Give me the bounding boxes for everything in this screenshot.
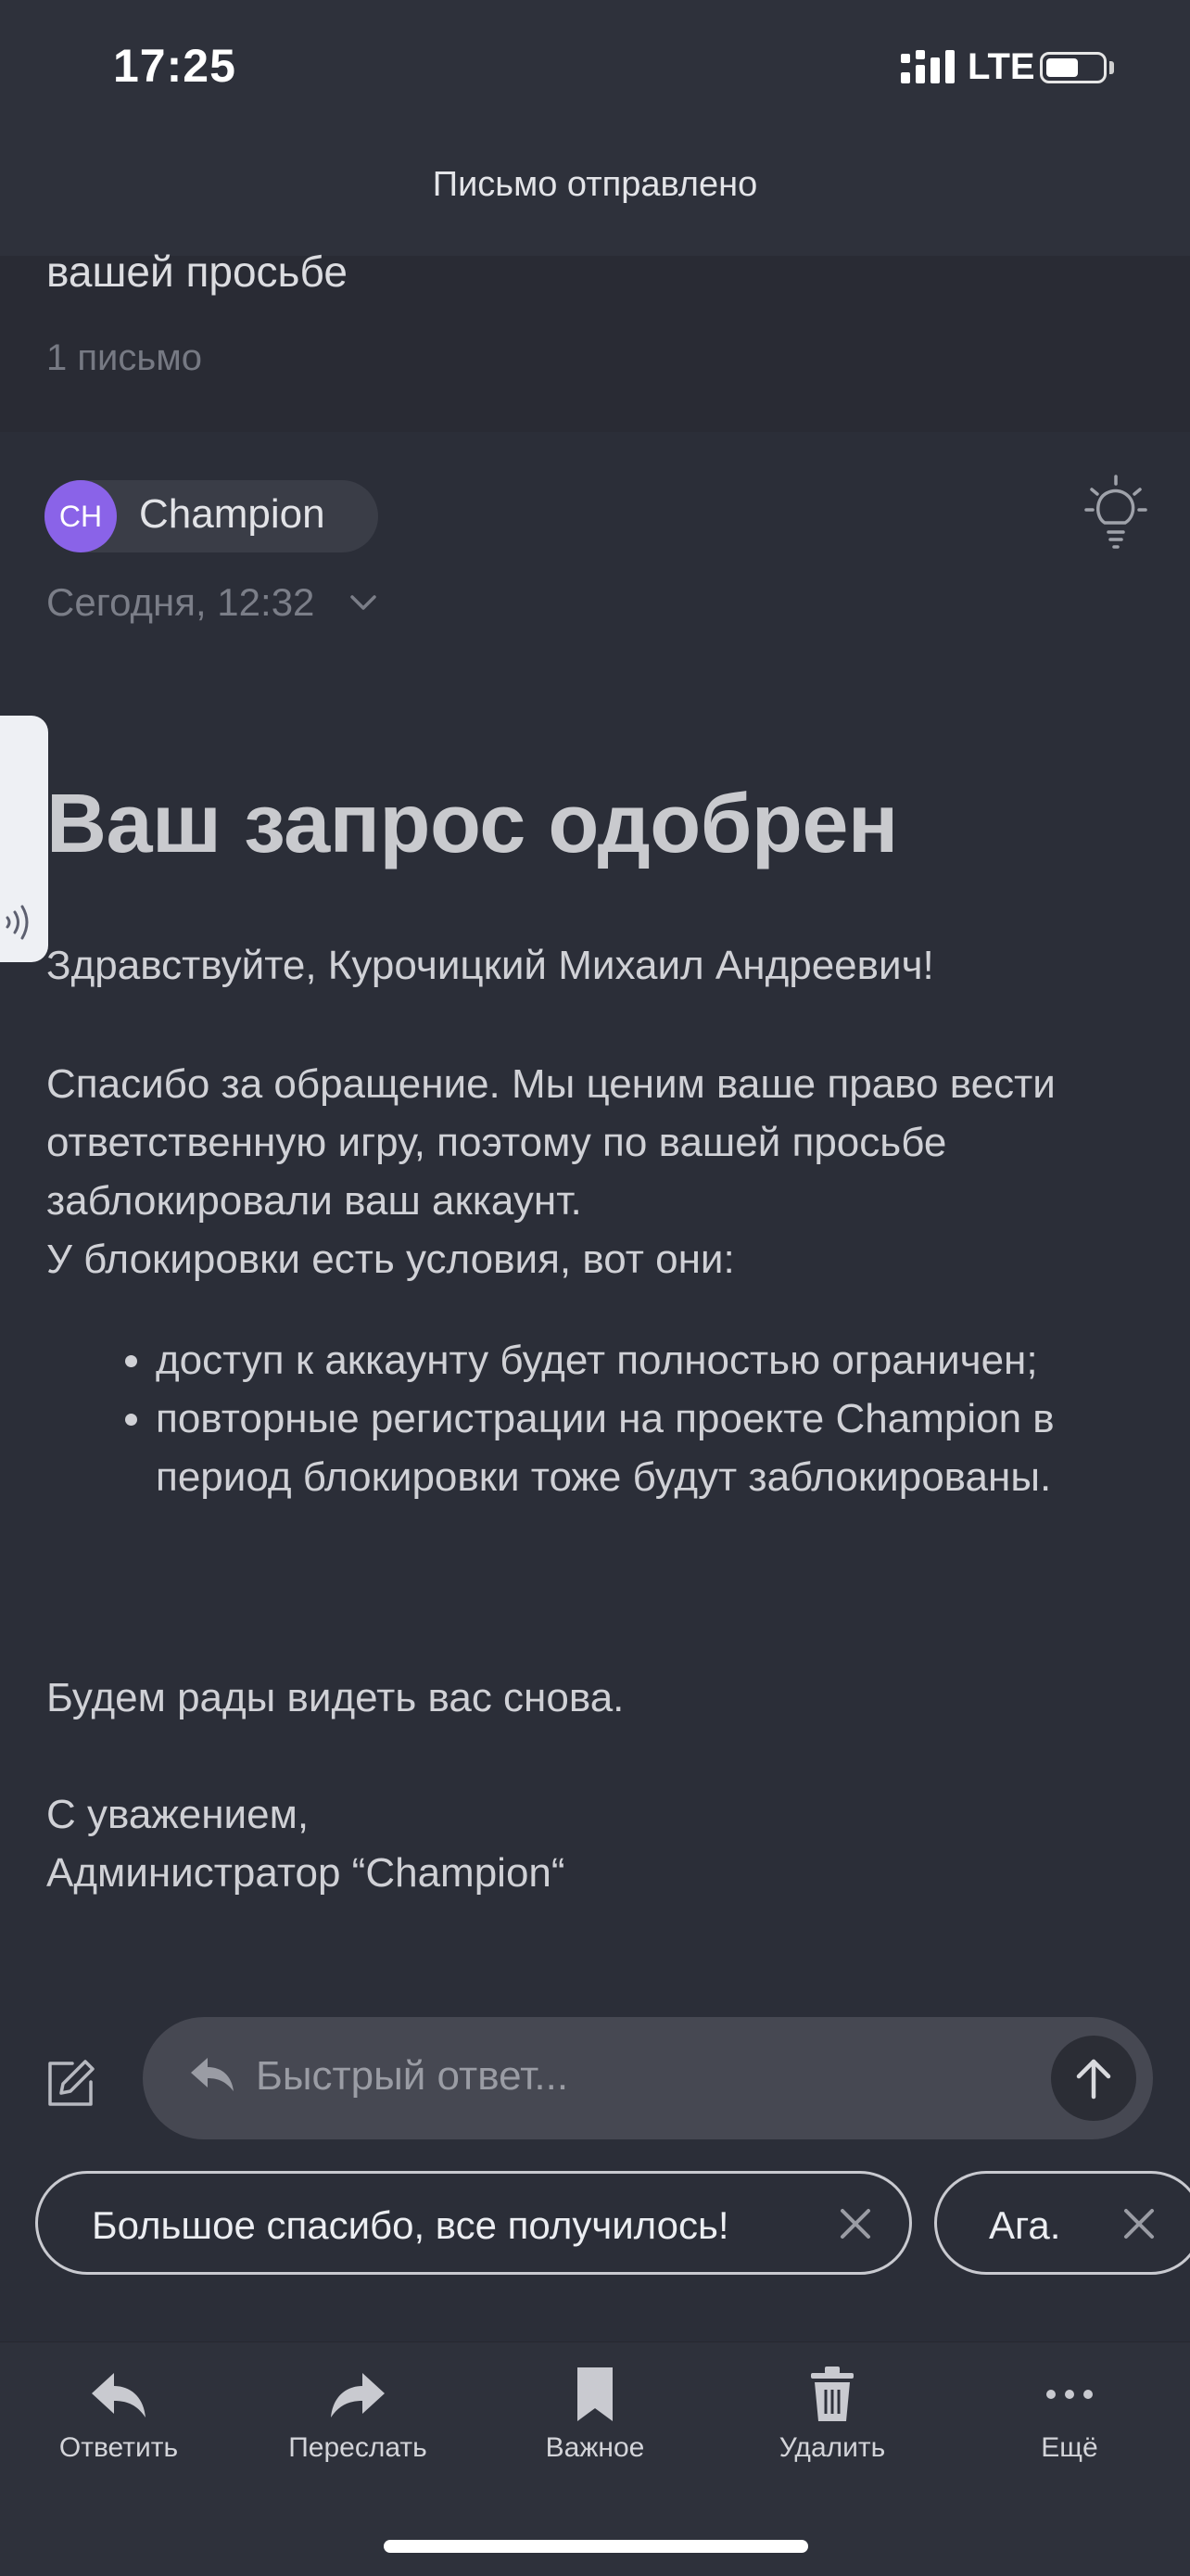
reply-arrow-icon (191, 2058, 234, 2091)
reply-icon (92, 2373, 146, 2417)
regards: С уважением, (46, 1792, 310, 1837)
quick-reply-input[interactable] (256, 2049, 1016, 2104)
sender-name: Champion (139, 491, 325, 537)
trash-icon (811, 2367, 854, 2421)
close-icon[interactable] (839, 2207, 872, 2240)
suggestion-text: Ага. (989, 2203, 1061, 2247)
arrow-up-icon (1076, 2059, 1111, 2100)
reply-button[interactable]: Ответить (26, 2362, 211, 2464)
conditions-list: доступ к аккаунту будет полностью ограни… (46, 1331, 1149, 1506)
important-button[interactable]: Важное (502, 2362, 688, 2464)
network-type: LTE (968, 46, 1035, 87)
important-label: Важное (545, 2432, 645, 2463)
message-paragraph: Спасибо за обращение. Мы ценим ваше прав… (46, 1055, 1149, 1288)
status-time: 17:25 (113, 40, 236, 92)
delete-label: Удалить (779, 2432, 886, 2463)
delete-button[interactable]: Удалить (740, 2362, 925, 2464)
thread-subject: вашей просьбе (46, 247, 348, 296)
list-item: доступ к аккаунту будет полностью ограни… (156, 1331, 1149, 1390)
reply-label: Ответить (58, 2432, 179, 2463)
compose-icon[interactable] (44, 2056, 98, 2110)
more-button[interactable]: Ещё (977, 2362, 1162, 2464)
battery-tip (1109, 61, 1114, 74)
conditions-intro: У блокировки есть условия, вот они: (46, 1237, 735, 1282)
forward-button[interactable]: Переслать (265, 2362, 450, 2464)
list-item: повторные регистрации на проекте Champio… (156, 1390, 1149, 1506)
sound-wave-icon (6, 905, 29, 940)
more-icon (1046, 2390, 1093, 2399)
send-button[interactable] (1051, 2036, 1136, 2121)
paragraph-text: Спасибо за обращение. Мы ценим ваше прав… (46, 1061, 1056, 1224)
suggestion-chip[interactable]: Ага. (934, 2171, 1190, 2275)
battery-icon (1040, 52, 1107, 83)
signature-block: С уважением, Администратор “Champion“ (46, 1785, 1149, 1902)
more-label: Ещё (1041, 2432, 1098, 2463)
suggestion-chip[interactable]: Большое спасибо, все получилось! (35, 2171, 912, 2275)
lightbulb-icon[interactable] (1084, 475, 1147, 552)
thread-count: 1 письмо (46, 337, 202, 378)
signal-icon (901, 50, 955, 83)
message-heading: Ваш запрос одобрен (46, 778, 898, 870)
forward-icon (331, 2373, 385, 2417)
message-date[interactable]: Сегодня, 12:32 (46, 580, 314, 625)
bookmark-icon (577, 2367, 613, 2421)
close-icon[interactable] (1122, 2207, 1156, 2240)
forward-label: Переслать (288, 2432, 427, 2463)
greeting: Здравствуйте, Курочицкий Михаил Андрееви… (46, 943, 934, 988)
avatar: CH (44, 480, 117, 552)
home-indicator[interactable] (384, 2540, 808, 2553)
header-title: Письмо отправлено (432, 165, 758, 204)
signature: Администратор “Champion“ (46, 1850, 565, 1896)
closing-line: Будем рады видеть вас снова. (46, 1675, 625, 1720)
chevron-down-icon[interactable] (348, 591, 378, 614)
suggestion-text: Большое спасибо, все получилось! (92, 2203, 729, 2247)
